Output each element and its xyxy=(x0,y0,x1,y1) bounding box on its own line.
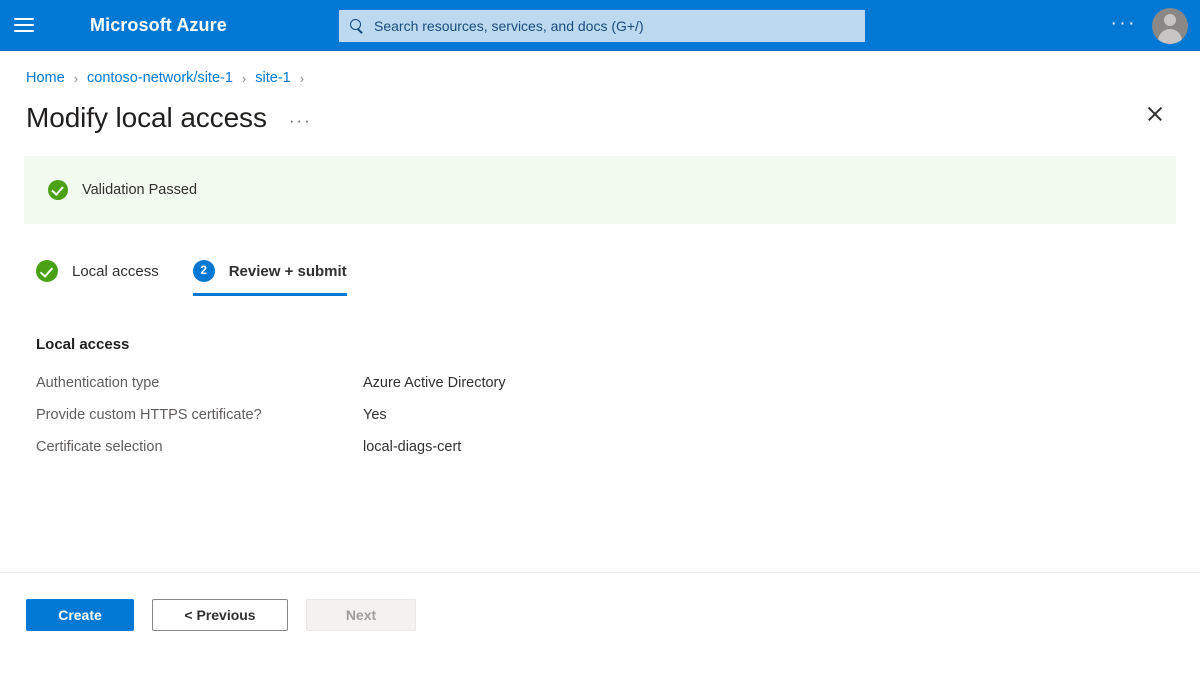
wizard-footer: Create < Previous Next xyxy=(0,572,1200,631)
hamburger-menu-icon[interactable] xyxy=(0,0,48,51)
summary-value-certificate-selection: local-diags-cert xyxy=(363,439,461,455)
success-check-icon xyxy=(48,180,68,200)
breadcrumb-item-site-1[interactable]: site-1 xyxy=(255,70,290,86)
validation-status-text: Validation Passed xyxy=(82,182,197,198)
summary-row: Provide custom HTTPS certificate? Yes xyxy=(36,407,1200,423)
wizard-tabs: Local access 2 Review + submit xyxy=(36,256,1200,296)
page-header: Modify local access ··· xyxy=(0,89,1200,141)
hamburger-line xyxy=(14,18,34,20)
summary-label-custom-https-certificate: Provide custom HTTPS certificate? xyxy=(36,407,363,423)
summary-label-certificate-selection: Certificate selection xyxy=(36,439,363,455)
brand-title[interactable]: Microsoft Azure xyxy=(90,15,227,36)
tab-review-submit-label: Review + submit xyxy=(229,263,347,280)
global-header: Microsoft Azure Search resources, servic… xyxy=(0,0,1200,51)
page-title: Modify local access xyxy=(26,102,267,134)
breadcrumb-item-contoso-network-site-1[interactable]: contoso-network/site-1 xyxy=(87,70,233,86)
hamburger-line xyxy=(14,30,34,32)
global-search-input[interactable]: Search resources, services, and docs (G+… xyxy=(339,10,865,42)
previous-button[interactable]: < Previous xyxy=(152,599,288,631)
summary-value-custom-https-certificate: Yes xyxy=(363,407,387,423)
header-more-icon[interactable]: ··· xyxy=(1102,11,1146,41)
summary-row: Certificate selection local-diags-cert xyxy=(36,439,1200,455)
page-more-icon[interactable]: ··· xyxy=(285,111,316,135)
chevron-right-icon: › xyxy=(300,71,304,86)
tab-completed-check-icon xyxy=(36,260,58,282)
tab-review-submit[interactable]: 2 Review + submit xyxy=(193,256,347,296)
search-icon xyxy=(349,18,365,34)
close-icon[interactable] xyxy=(1138,97,1172,131)
tab-local-access-label: Local access xyxy=(72,263,159,280)
summary-label-authentication-type: Authentication type xyxy=(36,375,363,391)
summary-section: Local access Authentication type Azure A… xyxy=(36,336,1200,455)
summary-row: Authentication type Azure Active Directo… xyxy=(36,375,1200,391)
user-avatar-icon[interactable] xyxy=(1152,8,1188,44)
next-button: Next xyxy=(306,599,416,631)
hamburger-line xyxy=(14,24,34,26)
chevron-right-icon: › xyxy=(74,71,78,86)
validation-banner: Validation Passed xyxy=(24,156,1176,224)
create-button[interactable]: Create xyxy=(26,599,134,631)
breadcrumb: Home › contoso-network/site-1 › site-1 › xyxy=(0,51,1200,89)
summary-section-title: Local access xyxy=(36,336,1200,353)
chevron-right-icon: › xyxy=(242,71,246,86)
tab-local-access[interactable]: Local access xyxy=(36,256,159,296)
header-actions: ··· xyxy=(1102,0,1200,51)
tab-step-number-badge: 2 xyxy=(193,260,215,282)
breadcrumb-item-home[interactable]: Home xyxy=(26,70,65,86)
summary-value-authentication-type: Azure Active Directory xyxy=(363,375,506,391)
search-placeholder: Search resources, services, and docs (G+… xyxy=(374,18,644,34)
